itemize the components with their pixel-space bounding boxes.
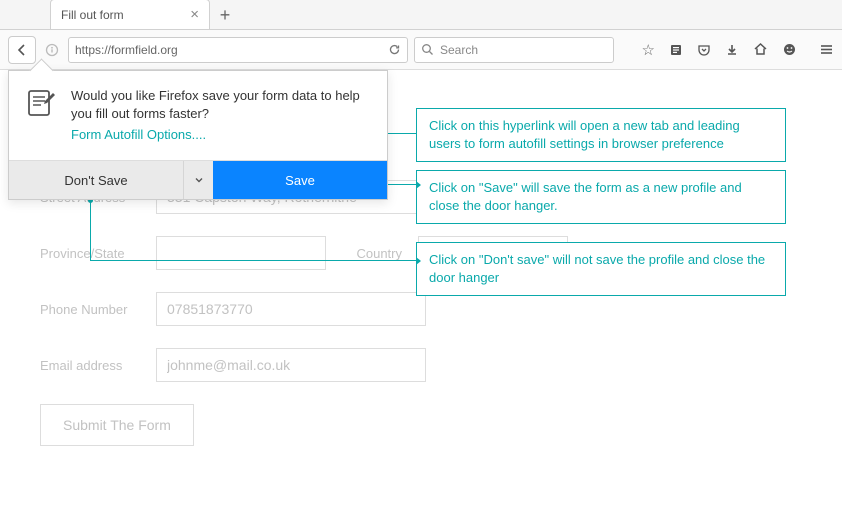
home-icon[interactable] [753,42,768,57]
back-button[interactable] [8,36,36,64]
reader-icon[interactable] [669,43,683,57]
email-input[interactable] [156,348,426,382]
connector [388,184,416,185]
back-icon [15,43,29,57]
tab-title: Fill out form [61,8,124,22]
downloads-icon[interactable] [725,43,739,57]
email-label: Email address [40,358,140,373]
pocket-icon[interactable] [697,43,711,57]
browser-tab[interactable]: Fill out form × [50,0,210,29]
url-input[interactable]: https://formfield.org [68,37,408,63]
connector [90,260,416,261]
autofill-doorhanger: Would you like Firefox save your form da… [8,70,388,200]
phone-input[interactable] [156,292,426,326]
connector [90,200,91,260]
tab-bar: Fill out form × + [0,0,842,30]
search-icon [421,43,434,56]
reload-icon[interactable] [388,43,401,56]
doorhanger-message: Would you like Firefox save your form da… [71,87,371,123]
callout-save: Click on "Save" will save the form as a … [416,170,786,224]
dont-save-dropdown[interactable] [183,161,213,199]
province-input[interactable] [156,236,326,270]
callout-options-link: Click on this hyperlink will open a new … [416,108,786,162]
close-tab-icon[interactable]: × [190,6,199,23]
menu-icon[interactable] [819,42,834,57]
url-text: https://formfield.org [75,43,388,57]
search-placeholder: Search [440,43,478,57]
autofill-options-link[interactable]: Form Autofill Options.... [71,127,206,142]
form-icon [25,87,57,119]
bookmark-star-icon[interactable]: ☆ [642,41,655,59]
smiley-icon[interactable] [782,42,797,57]
country-label: Country [342,246,402,261]
chevron-down-icon [194,175,204,185]
dont-save-button[interactable]: Don't Save [9,161,183,199]
submit-button[interactable]: Submit The Form [40,404,194,446]
save-button[interactable]: Save [213,161,387,199]
site-identity-icon[interactable] [42,40,62,60]
search-input[interactable]: Search [414,37,614,63]
callout-dont-save: Click on "Don't save" will not save the … [416,242,786,296]
toolbar-icons: ☆ [642,41,834,59]
phone-label: Phone Number [40,302,140,317]
url-bar: https://formfield.org Search ☆ [0,30,842,70]
new-tab-button[interactable]: + [210,1,240,29]
